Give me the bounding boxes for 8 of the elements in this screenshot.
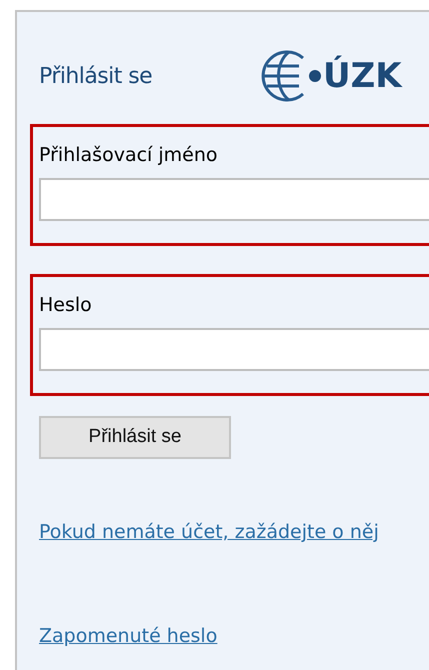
field-label: Heslo xyxy=(39,293,93,318)
text-link[interactable]: Pokud nemáte účet, zažádejte o něj xyxy=(39,515,389,549)
login-button[interactable]: Přihlásit se xyxy=(39,416,231,459)
field-label: Přihlašovací jméno xyxy=(39,143,218,168)
password-field[interactable] xyxy=(39,328,429,370)
text-link[interactable]: Zapomenuté heslo xyxy=(39,619,389,653)
username-field[interactable] xyxy=(39,178,429,220)
panel-title: Přihlásit se xyxy=(39,62,154,90)
